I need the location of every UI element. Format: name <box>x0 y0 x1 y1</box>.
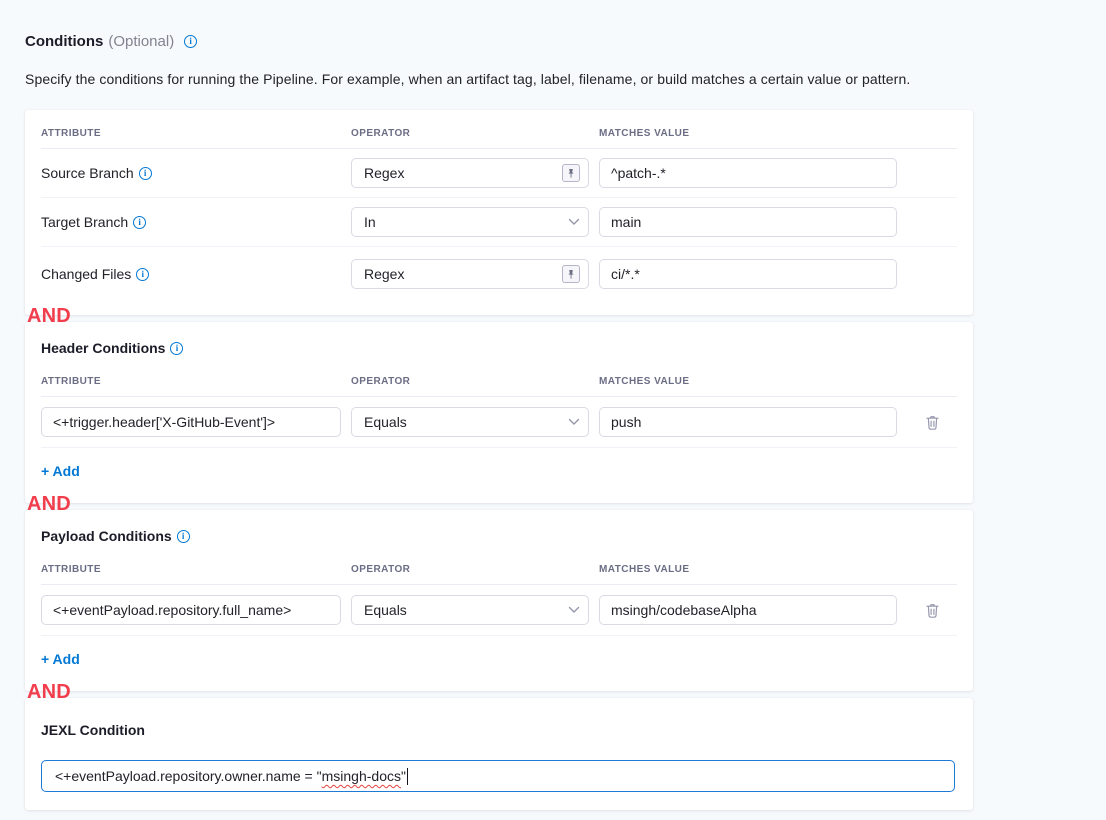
jexl-value-suffix: " <box>401 768 406 784</box>
source-branch-label: Source Branch <box>41 165 341 181</box>
table-row: Equals <box>41 585 957 636</box>
column-header-matches-value: MATCHES VALUE <box>599 128 897 139</box>
column-header-operator: OPERATOR <box>351 128 589 139</box>
column-header-matches-value: MATCHES VALUE <box>599 376 897 387</box>
header-condition-operator-select[interactable]: Equals <box>351 407 589 437</box>
column-header-attribute: ATTRIBUTE <box>41 128 341 139</box>
branch-conditions-card: ATTRIBUTE OPERATOR MATCHES VALUE Source … <box>25 110 973 315</box>
fixed-value-pin-icon[interactable] <box>562 164 580 182</box>
header-conditions-info-icon[interactable] <box>170 342 183 355</box>
chevron-down-icon <box>568 418 580 426</box>
chevron-down-icon <box>568 218 580 226</box>
jexl-condition-title: JEXL Condition <box>41 722 957 738</box>
column-header-attribute: ATTRIBUTE <box>41 564 341 575</box>
changed-files-label: Changed Files <box>41 266 341 282</box>
jexl-condition-input[interactable]: <+eventPayload.repository.owner.name = "… <box>41 760 955 792</box>
conditions-info-icon[interactable] <box>184 35 197 48</box>
column-header-matches-value: MATCHES VALUE <box>599 564 897 575</box>
and-label: AND <box>25 305 973 327</box>
chevron-down-icon <box>568 606 580 614</box>
target-branch-label: Target Branch <box>41 214 341 230</box>
optional-label: (Optional) <box>108 33 174 50</box>
and-separator: AND <box>25 681 973 703</box>
target-branch-info-icon[interactable] <box>133 216 146 229</box>
payload-conditions-info-icon[interactable] <box>177 530 190 543</box>
selected-operator: Regex <box>364 266 404 282</box>
payload-conditions-columns: ATTRIBUTE OPERATOR MATCHES VALUE <box>41 544 957 585</box>
column-header-operator: OPERATOR <box>351 564 589 575</box>
selected-operator: Regex <box>364 165 404 181</box>
header-condition-value-input[interactable] <box>599 407 897 437</box>
and-label: AND <box>25 681 973 703</box>
source-branch-value-input[interactable] <box>599 158 897 188</box>
header-conditions-title: Header Conditions <box>41 340 957 356</box>
source-branch-info-icon[interactable] <box>139 167 152 180</box>
payload-condition-attribute-input[interactable] <box>41 595 341 625</box>
changed-files-info-icon[interactable] <box>136 268 149 281</box>
add-payload-condition-button[interactable]: + Add <box>41 651 80 667</box>
branch-conditions-header-row: ATTRIBUTE OPERATOR MATCHES VALUE <box>41 110 957 149</box>
fixed-value-pin-icon[interactable] <box>562 265 580 283</box>
selected-operator: Equals <box>364 602 407 618</box>
column-header-operator: OPERATOR <box>351 376 589 387</box>
payload-condition-value-input[interactable] <box>599 595 897 625</box>
table-row: Equals <box>41 397 957 448</box>
changed-files-value-input[interactable] <box>599 259 897 289</box>
and-label: AND <box>25 493 973 515</box>
jexl-value-misspelled: msingh-docs <box>322 768 401 784</box>
changed-files-operator-select[interactable]: Regex <box>351 259 589 289</box>
delete-row-button[interactable] <box>919 597 945 623</box>
payload-conditions-card: Payload Conditions ATTRIBUTE OPERATOR MA… <box>25 510 973 691</box>
payload-conditions-title: Payload Conditions <box>41 528 957 544</box>
and-separator: AND <box>25 493 973 515</box>
add-header-condition-button[interactable]: + Add <box>41 463 80 479</box>
page-description: Specify the conditions for running the P… <box>25 71 973 87</box>
trash-icon <box>925 602 940 619</box>
column-header-attribute: ATTRIBUTE <box>41 376 341 387</box>
selected-operator: Equals <box>364 414 407 430</box>
conditions-page: Conditions (Optional) Specify the condit… <box>0 0 998 810</box>
page-title: Conditions <box>25 33 103 50</box>
header-conditions-card: Header Conditions ATTRIBUTE OPERATOR MAT… <box>25 322 973 503</box>
header-condition-attribute-input[interactable] <box>41 407 341 437</box>
header-conditions-columns: ATTRIBUTE OPERATOR MATCHES VALUE <box>41 356 957 397</box>
delete-row-button[interactable] <box>919 409 945 435</box>
table-row: Source Branch Regex <box>41 149 957 198</box>
text-cursor <box>407 768 409 785</box>
page-header: Conditions (Optional) <box>25 33 973 50</box>
target-branch-operator-select[interactable]: In <box>351 207 589 237</box>
jexl-value-prefix: <+eventPayload.repository.owner.name = " <box>55 768 322 784</box>
source-branch-operator-select[interactable]: Regex <box>351 158 589 188</box>
and-separator: AND <box>25 305 973 327</box>
jexl-condition-card: JEXL Condition <+eventPayload.repository… <box>25 698 973 810</box>
selected-operator: In <box>364 214 376 230</box>
payload-condition-operator-select[interactable]: Equals <box>351 595 589 625</box>
table-row: Target Branch In <box>41 198 957 247</box>
trash-icon <box>925 414 940 431</box>
target-branch-value-input[interactable] <box>599 207 897 237</box>
